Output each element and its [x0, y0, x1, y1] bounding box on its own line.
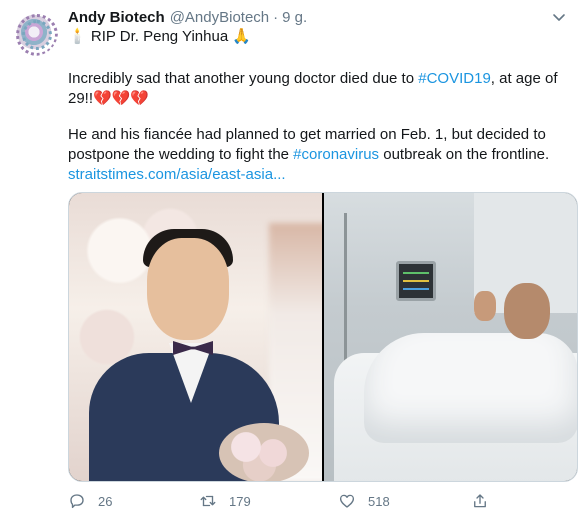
like-button[interactable]: 518	[338, 489, 390, 513]
tweet-media[interactable]	[68, 192, 578, 482]
tweet-text-line1: 🕯️ RIP Dr. Peng Yinhua 🙏	[68, 27, 573, 47]
patient-hand	[474, 291, 496, 321]
chevron-down-icon[interactable]	[552, 10, 566, 24]
separator-dot: ·	[273, 8, 279, 26]
blanket	[364, 333, 577, 443]
hashtag-coronavirus[interactable]: #coronavirus	[293, 146, 379, 163]
article-link[interactable]: straitstimes.com/asia/east-asia...	[68, 166, 286, 183]
pray-emoji: 🙏	[232, 28, 252, 45]
like-count: 518	[368, 493, 390, 509]
broken-heart-emojis: 💔💔💔	[93, 90, 150, 107]
retweet-button[interactable]: 179	[199, 489, 251, 513]
author-handle[interactable]: @AndyBiotech	[170, 9, 269, 26]
share-button[interactable]	[471, 489, 489, 513]
tweet[interactable]: Andy Biotech @AndyBiotech · 9 g. 🕯️ RIP …	[0, 0, 587, 516]
bouquet	[219, 423, 309, 481]
iv-pole	[344, 213, 347, 363]
patient-head	[504, 283, 550, 339]
retweet-count: 179	[229, 493, 251, 509]
groom-head	[147, 238, 229, 340]
heart-icon	[339, 494, 355, 508]
reply-count: 26	[98, 493, 113, 509]
tweet-header: Andy Biotech @AndyBiotech · 9 g.	[68, 6, 547, 28]
reply-button[interactable]: 26	[68, 489, 112, 513]
medical-monitor	[396, 261, 436, 301]
para3-text-end: outbreak on the frontline.	[379, 146, 550, 163]
hashtag-covid19[interactable]: #COVID19	[418, 70, 491, 87]
retweet-icon	[200, 495, 216, 507]
rip-text: RIP Dr. Peng Yinhua	[86, 28, 233, 45]
tweet-timestamp[interactable]: 9 g.	[282, 9, 307, 26]
avatar[interactable]	[10, 8, 58, 56]
tweet-text-paragraph-3: He and his fiancée had planned to get ma…	[68, 125, 573, 185]
share-icon	[474, 494, 486, 508]
tweet-actions: 26 179 518	[68, 489, 578, 513]
author-name[interactable]: Andy Biotech	[68, 9, 165, 26]
reply-icon	[70, 494, 84, 509]
hospital-photo[interactable]	[324, 193, 577, 481]
para2-text: Incredibly sad that another young doctor…	[68, 70, 419, 87]
tweet-text-paragraph-2: Incredibly sad that another young doctor…	[68, 69, 573, 109]
candle-emoji: 🕯️	[68, 28, 87, 45]
wedding-photo[interactable]	[69, 193, 322, 481]
